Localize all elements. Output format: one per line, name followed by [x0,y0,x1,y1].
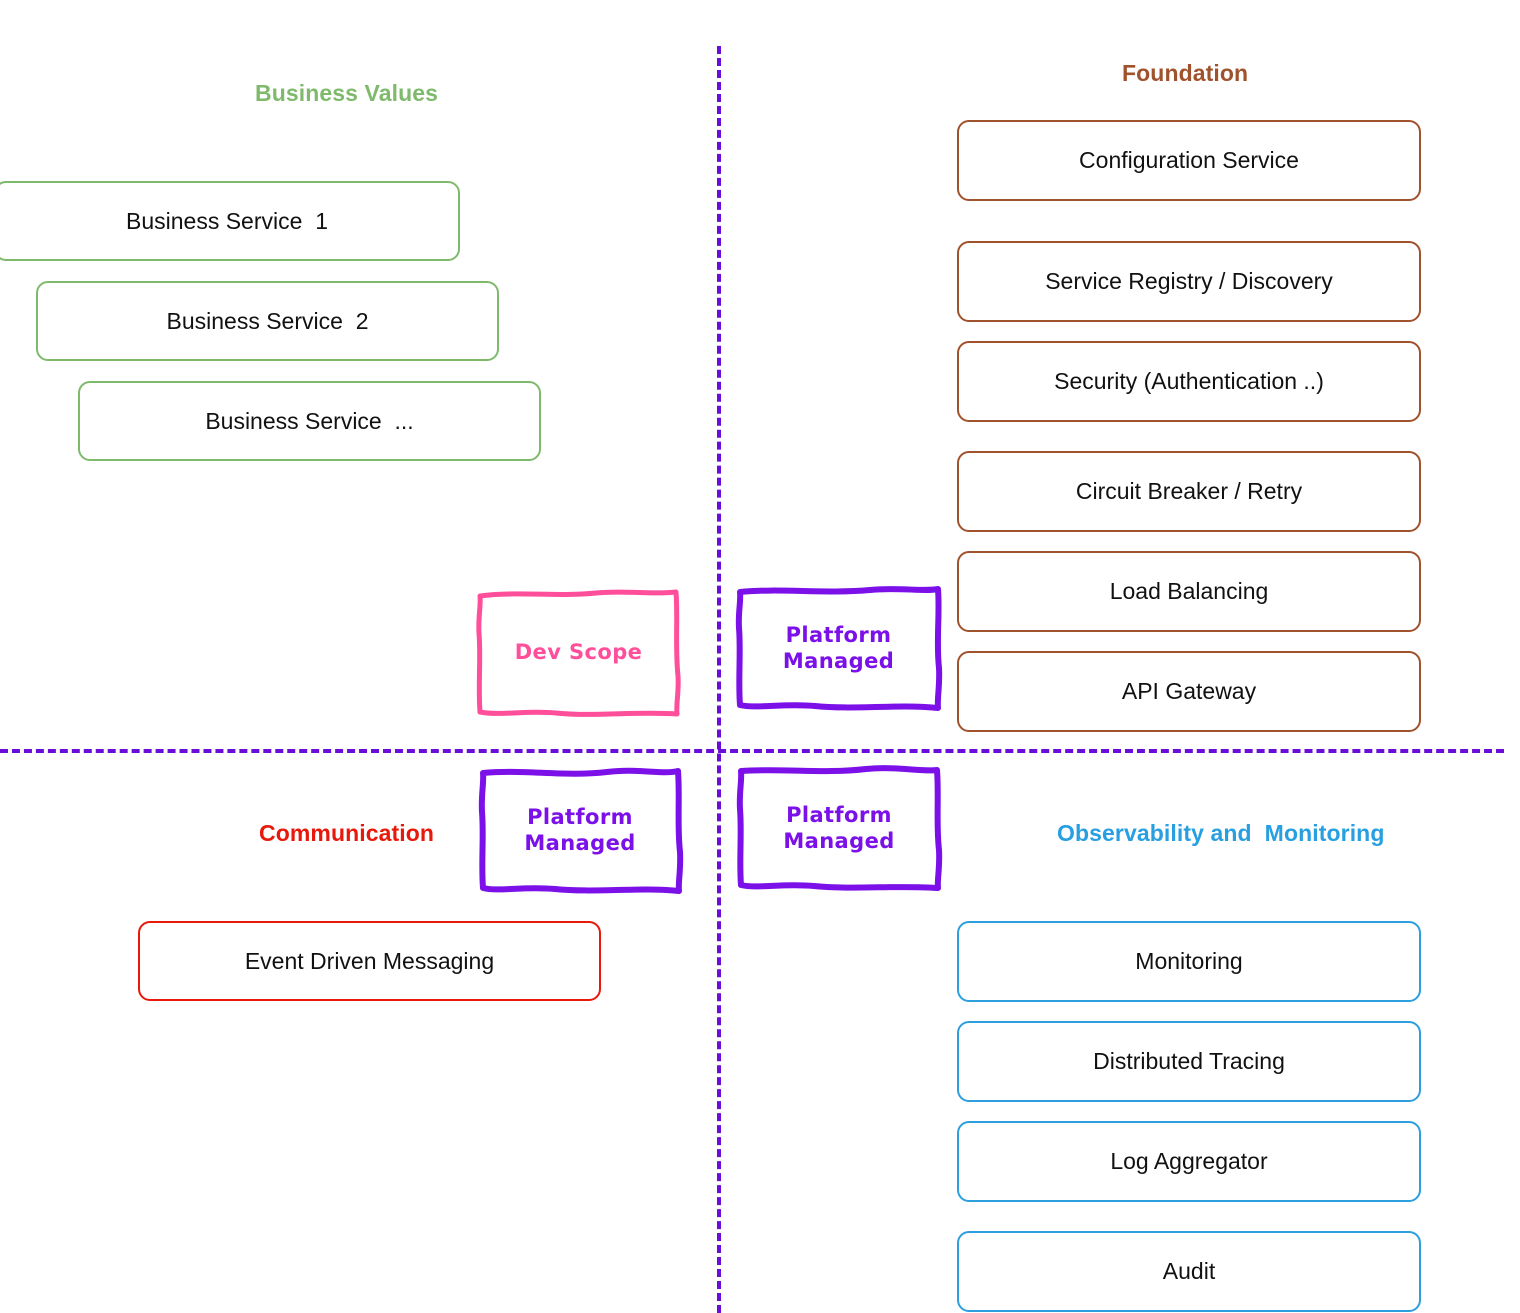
foundation-box-security-authentication[interactable]: Security (Authentication ..) [957,341,1421,422]
annotation-platform-managed-communication-label: Platform Managed [524,805,636,855]
quadrant-title-observability: Observability and Monitoring [1057,820,1385,846]
annotation-platform-managed-foundation-label: Platform Managed [782,622,895,673]
communication-box-event-driven-messaging[interactable]: Event Driven Messaging [138,921,601,1001]
foundation-box-api-gateway[interactable]: API Gateway [957,651,1421,732]
observability-box-audit[interactable]: Audit [957,1231,1421,1312]
foundation-box-configuration-service[interactable]: Configuration Service [957,120,1421,201]
business-service-box-2[interactable]: Business Service 2 [36,281,499,361]
horizontal-divider-line [0,749,1504,753]
quadrant-title-communication: Communication [259,820,435,846]
annotation-platform-managed-observability: Platform Managed [736,765,943,892]
annotation-platform-managed-observability-label: Platform Managed [783,803,895,853]
observability-box-monitoring[interactable]: Monitoring [957,921,1421,1002]
quadrant-title-business-values: Business Values [255,80,439,106]
observability-box-distributed-tracing[interactable]: Distributed Tracing [957,1021,1421,1102]
foundation-box-circuit-breaker-retry[interactable]: Circuit Breaker / Retry [957,451,1421,532]
observability-box-log-aggregator[interactable]: Log Aggregator [957,1121,1421,1202]
vertical-divider-line [717,46,721,1313]
annotation-platform-managed-communication: Platform Managed [477,767,684,894]
annotation-dev-scope-label: Dev Scope [514,640,643,665]
business-service-box-3[interactable]: Business Service ... [78,381,541,461]
annotation-platform-managed-foundation: Platform Managed [735,586,943,711]
foundation-box-service-registry-discovery[interactable]: Service Registry / Discovery [957,241,1421,322]
diagram-canvas: Business Values Foundation Communication… [0,0,1520,1313]
quadrant-title-foundation: Foundation [1122,60,1249,86]
foundation-box-load-balancing[interactable]: Load Balancing [957,551,1421,632]
business-service-box-1[interactable]: Business Service 1 [0,181,460,261]
annotation-dev-scope: Dev Scope [476,588,681,718]
